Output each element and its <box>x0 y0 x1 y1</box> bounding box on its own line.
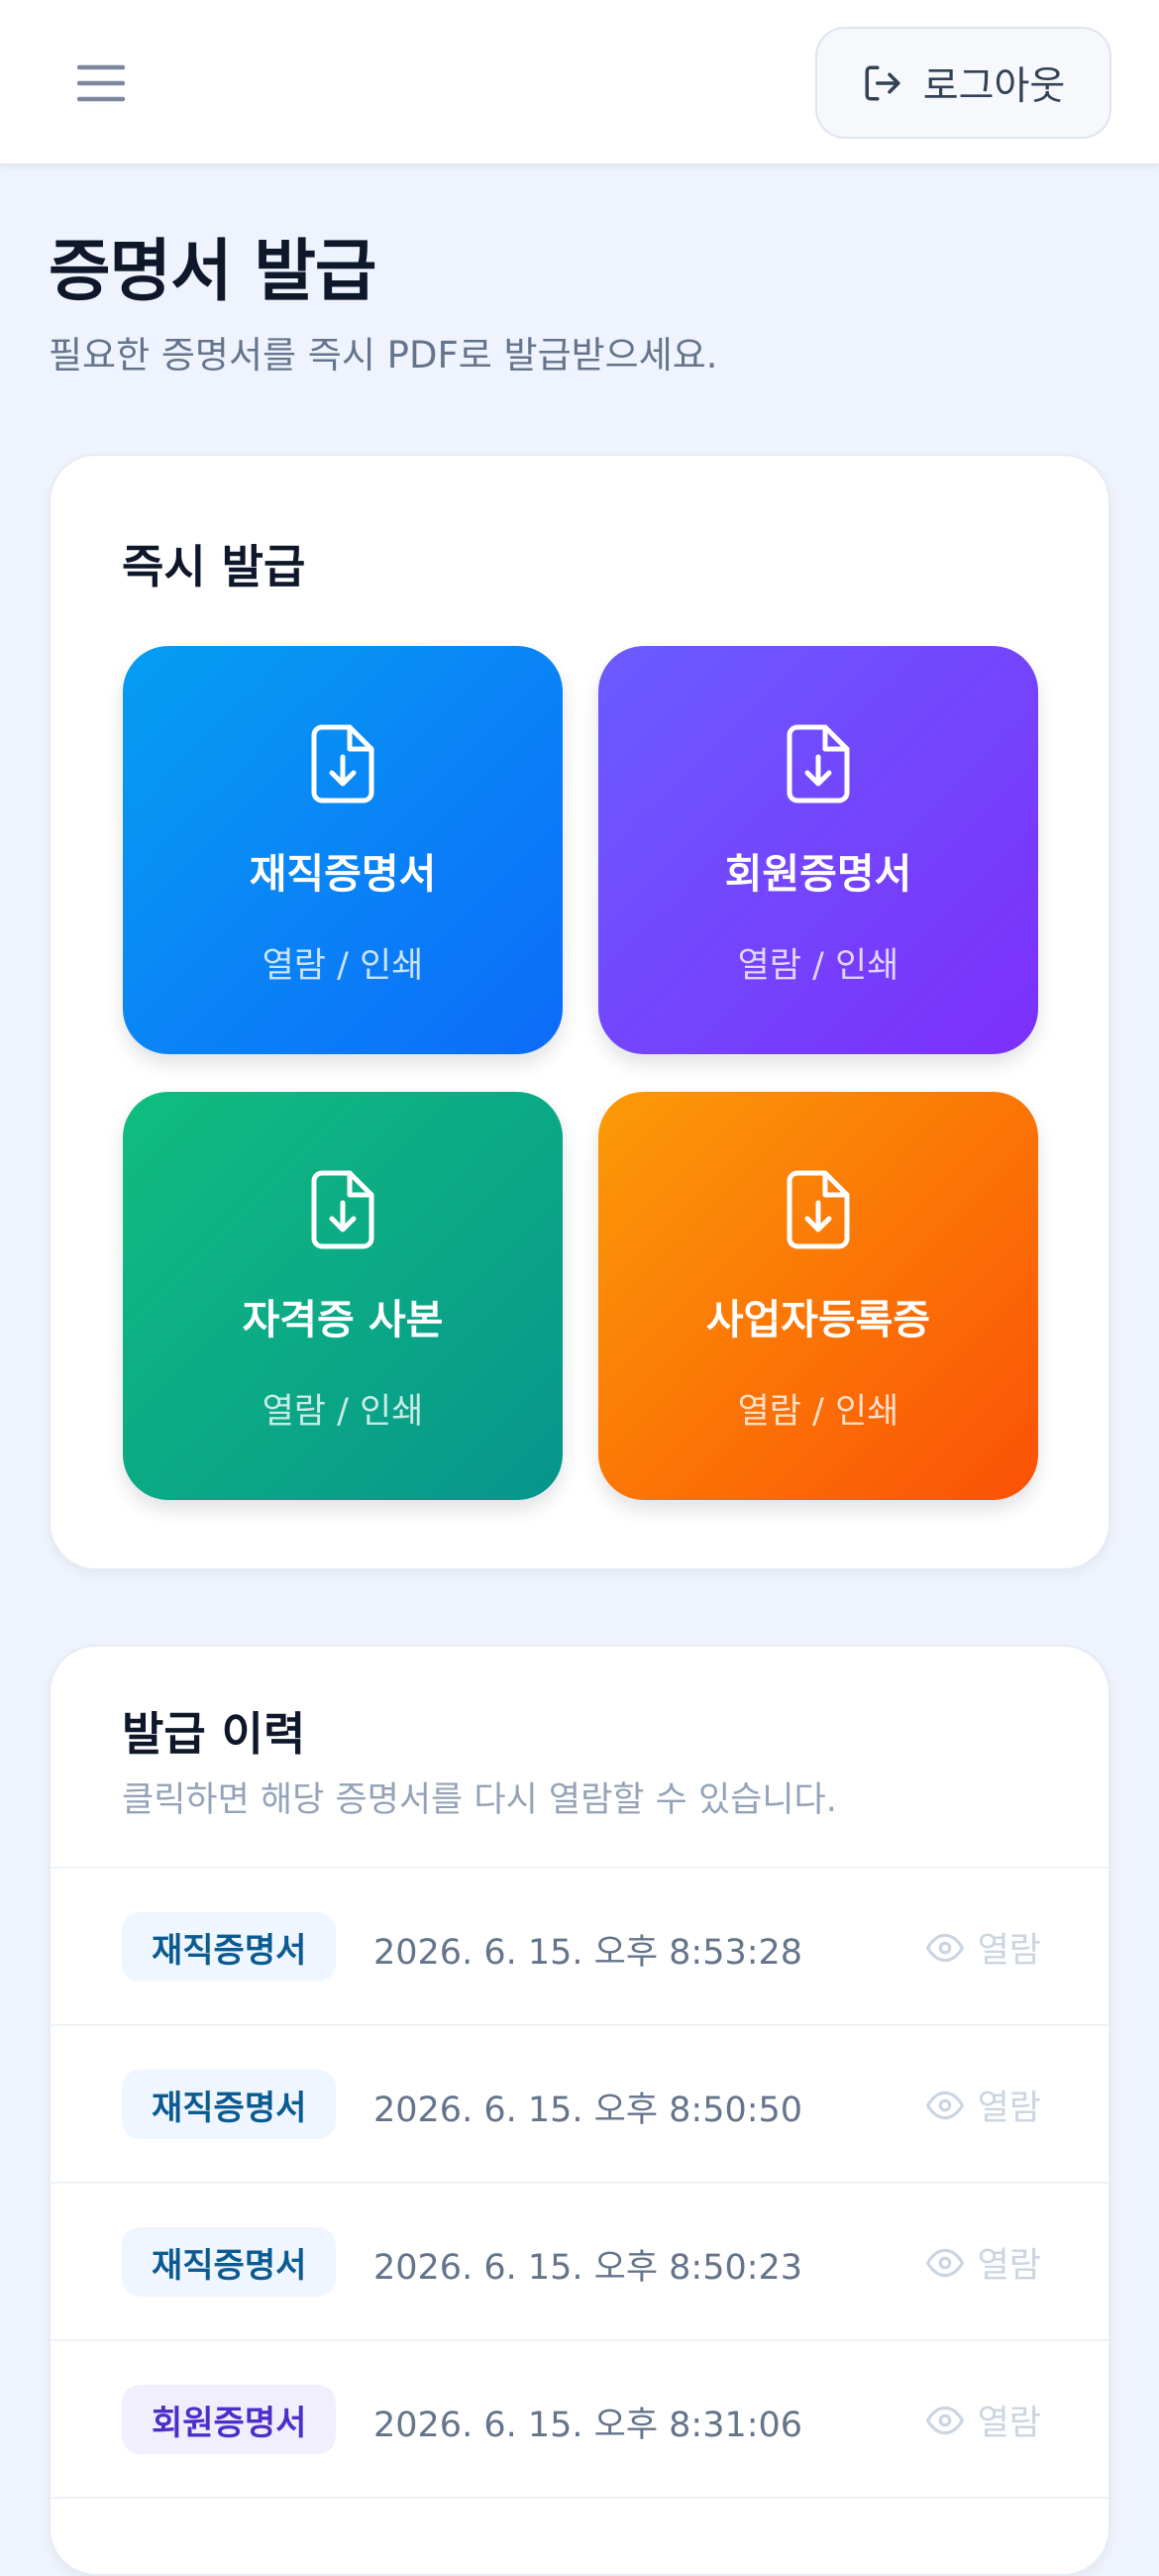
logout-label: 로그아웃 <box>922 63 1066 109</box>
history-row[interactable]: 회원증명서 2026. 6. 15. 오후 8:31:06 열람 <box>51 2339 1108 2497</box>
tile-name: 재직증명서 <box>249 850 437 898</box>
tile-name: 회원증명서 <box>724 850 912 898</box>
issue-history-title: 발급 이력 <box>122 1707 306 1761</box>
view-label: 열람 <box>977 1931 1041 1971</box>
eye-icon <box>925 2248 964 2277</box>
certificate-type-badge: 재직증명서 <box>122 2070 337 2139</box>
certificate-type-badge: 재직증명서 <box>122 1912 337 1982</box>
certificate-type-badge: 재직증명서 <box>122 2227 337 2297</box>
tile-action: 열람 / 인쇄 <box>262 946 424 986</box>
tile-license-copy[interactable]: 자격증 사본 열람 / 인쇄 <box>123 1092 563 1500</box>
view-link[interactable]: 열람 <box>925 2080 1041 2130</box>
log-out-icon <box>865 65 900 100</box>
page-title: 증명서 발급 <box>49 233 376 311</box>
issued-timestamp: 2026. 6. 15. 오후 8:50:23 <box>373 2248 803 2288</box>
view-link[interactable]: 열람 <box>925 1922 1041 1973</box>
eye-icon <box>925 2406 964 2434</box>
tile-action: 열람 / 인쇄 <box>737 1392 899 1432</box>
file-download-icon <box>311 1170 374 1249</box>
view-label: 열람 <box>977 2246 1041 2286</box>
history-row[interactable]: 재직증명서 2026. 6. 15. 오후 8:53:28 열람 <box>51 1867 1108 2024</box>
logout-button[interactable]: 로그아웃 <box>815 27 1111 139</box>
instant-issue-title: 즉시 발급 <box>122 540 306 593</box>
view-label: 열람 <box>977 2404 1041 2443</box>
tile-action: 열람 / 인쇄 <box>737 946 899 986</box>
history-row[interactable] <box>51 2497 1108 2574</box>
issue-history-card: 발급 이력 클릭하면 해당 증명서를 다시 열람할 수 있습니다. 재직증명서 … <box>49 1645 1110 2576</box>
tile-name: 사업자등록증 <box>705 1296 931 1343</box>
tile-action: 열람 / 인쇄 <box>262 1392 424 1432</box>
page-subtitle: 필요한 증명서를 즉시 PDF로 발급받으세요. <box>49 334 718 376</box>
tile-membership-certificate[interactable]: 회원증명서 열람 / 인쇄 <box>598 646 1038 1054</box>
eye-icon <box>925 1933 964 1962</box>
history-row[interactable]: 재직증명서 2026. 6. 15. 오후 8:50:50 열람 <box>51 2024 1108 2182</box>
issued-timestamp: 2026. 6. 15. 오후 8:31:06 <box>373 2406 803 2445</box>
view-label: 열람 <box>977 2089 1041 2128</box>
certificate-type-badge: 회원증명서 <box>122 2385 337 2454</box>
issued-timestamp: 2026. 6. 15. 오후 8:53:28 <box>373 1933 803 1973</box>
file-download-icon <box>311 724 374 804</box>
view-link[interactable]: 열람 <box>925 2395 1041 2445</box>
issued-timestamp: 2026. 6. 15. 오후 8:50:50 <box>373 2091 803 2130</box>
file-download-icon <box>787 724 850 804</box>
hamburger-menu-icon <box>77 64 125 102</box>
history-list: 재직증명서 2026. 6. 15. 오후 8:53:28 열람 재직증명서 2… <box>51 1867 1108 2574</box>
issue-history-subtitle: 클릭하면 해당 증명서를 다시 열람할 수 있습니다. <box>122 1780 837 1820</box>
tile-name: 자격증 사본 <box>242 1296 444 1343</box>
eye-icon <box>925 2091 964 2119</box>
history-row[interactable]: 재직증명서 2026. 6. 15. 오후 8:50:23 열람 <box>51 2182 1108 2339</box>
file-download-icon <box>787 1170 850 1249</box>
menu-button[interactable] <box>67 54 135 113</box>
view-link[interactable]: 열람 <box>925 2237 1041 2288</box>
tile-employment-certificate[interactable]: 재직증명서 열람 / 인쇄 <box>123 646 563 1054</box>
instant-issue-card: 즉시 발급 재직증명서 열람 / 인쇄 회원증명서 열람 / 인쇄 자격증 사본… <box>49 454 1110 1570</box>
tile-business-registration[interactable]: 사업자등록증 열람 / 인쇄 <box>598 1092 1038 1500</box>
top-header: 로그아웃 <box>0 0 1159 164</box>
